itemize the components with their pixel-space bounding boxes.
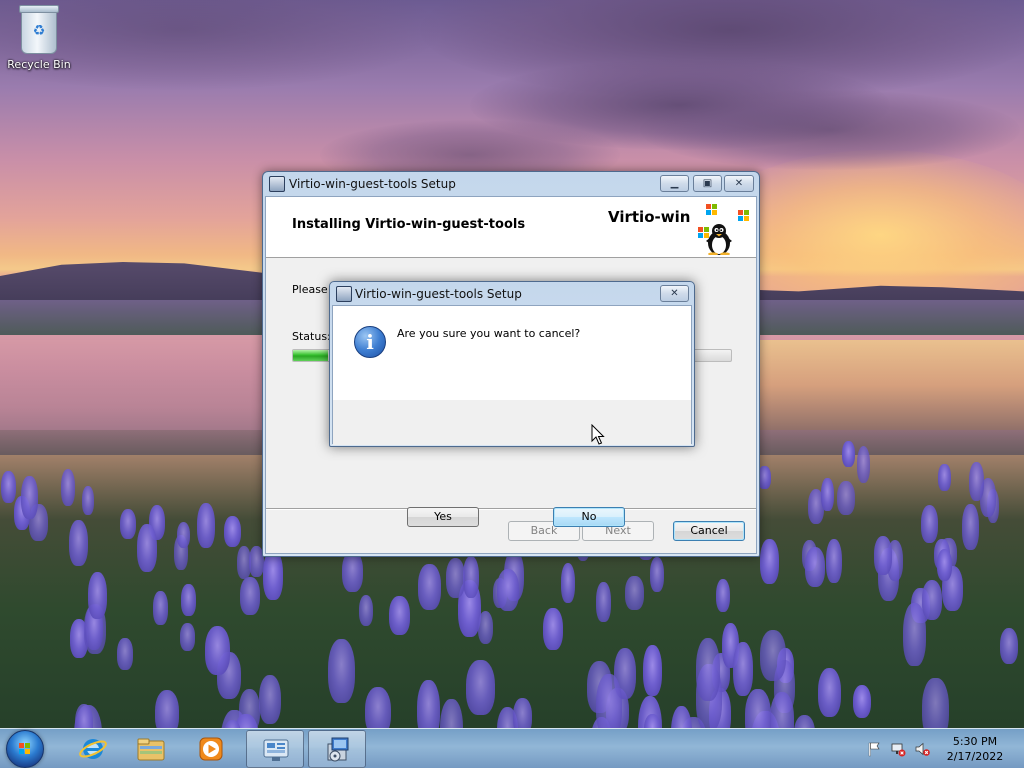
- taskbar-internet-explorer[interactable]: [64, 730, 122, 768]
- action-center-flag-icon[interactable]: [866, 741, 882, 757]
- dialog-close-button[interactable]: ✕: [660, 285, 689, 302]
- maximize-icon: ▣: [702, 178, 713, 189]
- windows-logo-icon: [706, 204, 718, 216]
- taskbar-media-player[interactable]: [182, 730, 240, 768]
- volume-muted-icon[interactable]: [914, 741, 930, 757]
- dialog-title: Virtio-win-guest-tools Setup: [355, 287, 522, 301]
- minimize-icon: ▁: [670, 178, 679, 189]
- clock-time: 5:30 PM: [952, 735, 998, 748]
- desktop-icon-recycle-bin[interactable]: ♻ Recycle Bin: [4, 5, 74, 71]
- taskbar-clock[interactable]: 5:30 PM 2/17/2022: [940, 734, 1010, 764]
- file-explorer-icon: [137, 738, 165, 761]
- windows-logo-icon: [738, 210, 750, 222]
- setup-banner: Installing Virtio-win-guest-tools Virtio…: [266, 197, 756, 258]
- system-tray: [866, 737, 936, 761]
- taskbar-server-manager[interactable]: [246, 730, 304, 768]
- info-icon: i: [354, 326, 386, 358]
- footer-divider: [266, 508, 756, 510]
- server-manager-icon: [263, 739, 289, 761]
- setup-window-titlebar[interactable]: Virtio-win-guest-tools Setup ▁ ▣ ✕: [263, 172, 759, 196]
- dialog-message: Are you sure you want to cancel?: [397, 327, 581, 340]
- maximize-button[interactable]: ▣: [693, 175, 722, 192]
- dialog-content: i Are you sure you want to cancel? Yes N…: [332, 305, 692, 527]
- network-icon[interactable]: [890, 741, 906, 757]
- start-button[interactable]: [6, 730, 44, 768]
- close-button[interactable]: ✕: [724, 175, 754, 192]
- brand-name: Virtio-win: [608, 208, 691, 226]
- windows-logo-icon: [19, 743, 31, 755]
- installer-app-icon: [336, 286, 352, 302]
- setup-installer-icon: [327, 737, 349, 762]
- desktop-icon-label: Recycle Bin: [7, 58, 71, 71]
- recycle-bin-icon: ♻: [19, 5, 59, 54]
- taskbar-file-explorer[interactable]: [122, 730, 180, 768]
- cancel-button[interactable]: Cancel: [673, 521, 745, 541]
- status-label: Status:: [292, 330, 331, 343]
- internet-explorer-icon: [79, 739, 107, 759]
- penguin-logo-icon: [706, 224, 732, 255]
- installer-app-icon: [269, 176, 285, 192]
- taskbar-setup-installer[interactable]: [308, 730, 366, 768]
- close-icon: ✕: [670, 288, 679, 299]
- cancel-confirm-dialog: Virtio-win-guest-tools Setup ✕ i Are you…: [329, 281, 695, 527]
- close-icon: ✕: [734, 178, 744, 189]
- taskbar: 5:30 PM 2/17/2022: [0, 728, 1024, 768]
- setup-window-title: Virtio-win-guest-tools Setup: [289, 177, 456, 191]
- setup-heading: Installing Virtio-win-guest-tools: [292, 217, 526, 232]
- mouse-cursor-icon: [591, 424, 605, 445]
- media-player-icon: [199, 737, 223, 761]
- install-progress-fill: [293, 350, 329, 361]
- clock-date: 2/17/2022: [946, 750, 1004, 763]
- dialog-button-area: Yes No: [333, 400, 691, 527]
- minimize-button[interactable]: ▁: [660, 175, 689, 192]
- yes-button[interactable]: Yes: [407, 507, 479, 527]
- no-button[interactable]: No: [553, 507, 625, 527]
